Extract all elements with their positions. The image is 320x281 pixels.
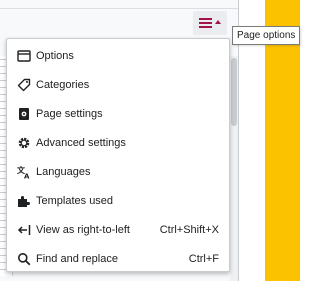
menu-item-label: Options — [36, 49, 74, 62]
window-icon — [17, 49, 31, 63]
page-options-button[interactable] — [193, 11, 227, 35]
menu-item-label: Categories — [36, 78, 90, 91]
menu-item-label: Templates used — [36, 194, 114, 207]
menu-item-shortcut: Ctrl+F — [188, 252, 219, 265]
menu-item-label: Languages — [36, 165, 91, 178]
menu-item-shortcut: Ctrl+Shift+X — [159, 223, 219, 236]
menu-item-find-replace[interactable]: Find and replace Ctrl+F — [7, 244, 229, 273]
menu-item-label: Find and replace — [36, 252, 118, 265]
hamburger-menu-icon — [199, 18, 212, 28]
menu-item-page-settings[interactable]: Page settings — [7, 99, 229, 128]
page-options-menu: Options Categories Page settings Advance… — [6, 38, 230, 272]
page-settings-icon — [17, 107, 31, 121]
menu-item-languages[interactable]: 文A Languages — [7, 157, 229, 186]
rtl-icon — [17, 223, 31, 237]
menu-item-view-rtl[interactable]: View as right-to-left Ctrl+Shift+X — [7, 215, 229, 244]
gear-icon — [17, 136, 31, 150]
svg-text:A: A — [24, 172, 30, 179]
menu-item-templates-used[interactable]: Templates used — [7, 186, 229, 215]
menu-item-label: Advanced settings — [36, 136, 126, 149]
caret-up-icon — [215, 20, 221, 24]
puzzle-icon — [17, 194, 31, 208]
menu-item-categories[interactable]: Categories — [7, 70, 229, 99]
menu-item-advanced-settings[interactable]: Advanced settings — [7, 128, 229, 157]
search-icon — [17, 252, 31, 266]
language-icon: 文A — [17, 165, 31, 179]
scrollbar-thumb[interactable] — [231, 58, 237, 126]
menu-item-options[interactable]: Options — [7, 41, 229, 70]
menu-item-label: Page settings — [36, 107, 103, 120]
tag-icon — [17, 78, 31, 92]
menu-item-label: View as right-to-left — [36, 223, 130, 236]
toolbar-divider — [0, 8, 239, 9]
page-options-tooltip: Page options — [232, 26, 301, 45]
